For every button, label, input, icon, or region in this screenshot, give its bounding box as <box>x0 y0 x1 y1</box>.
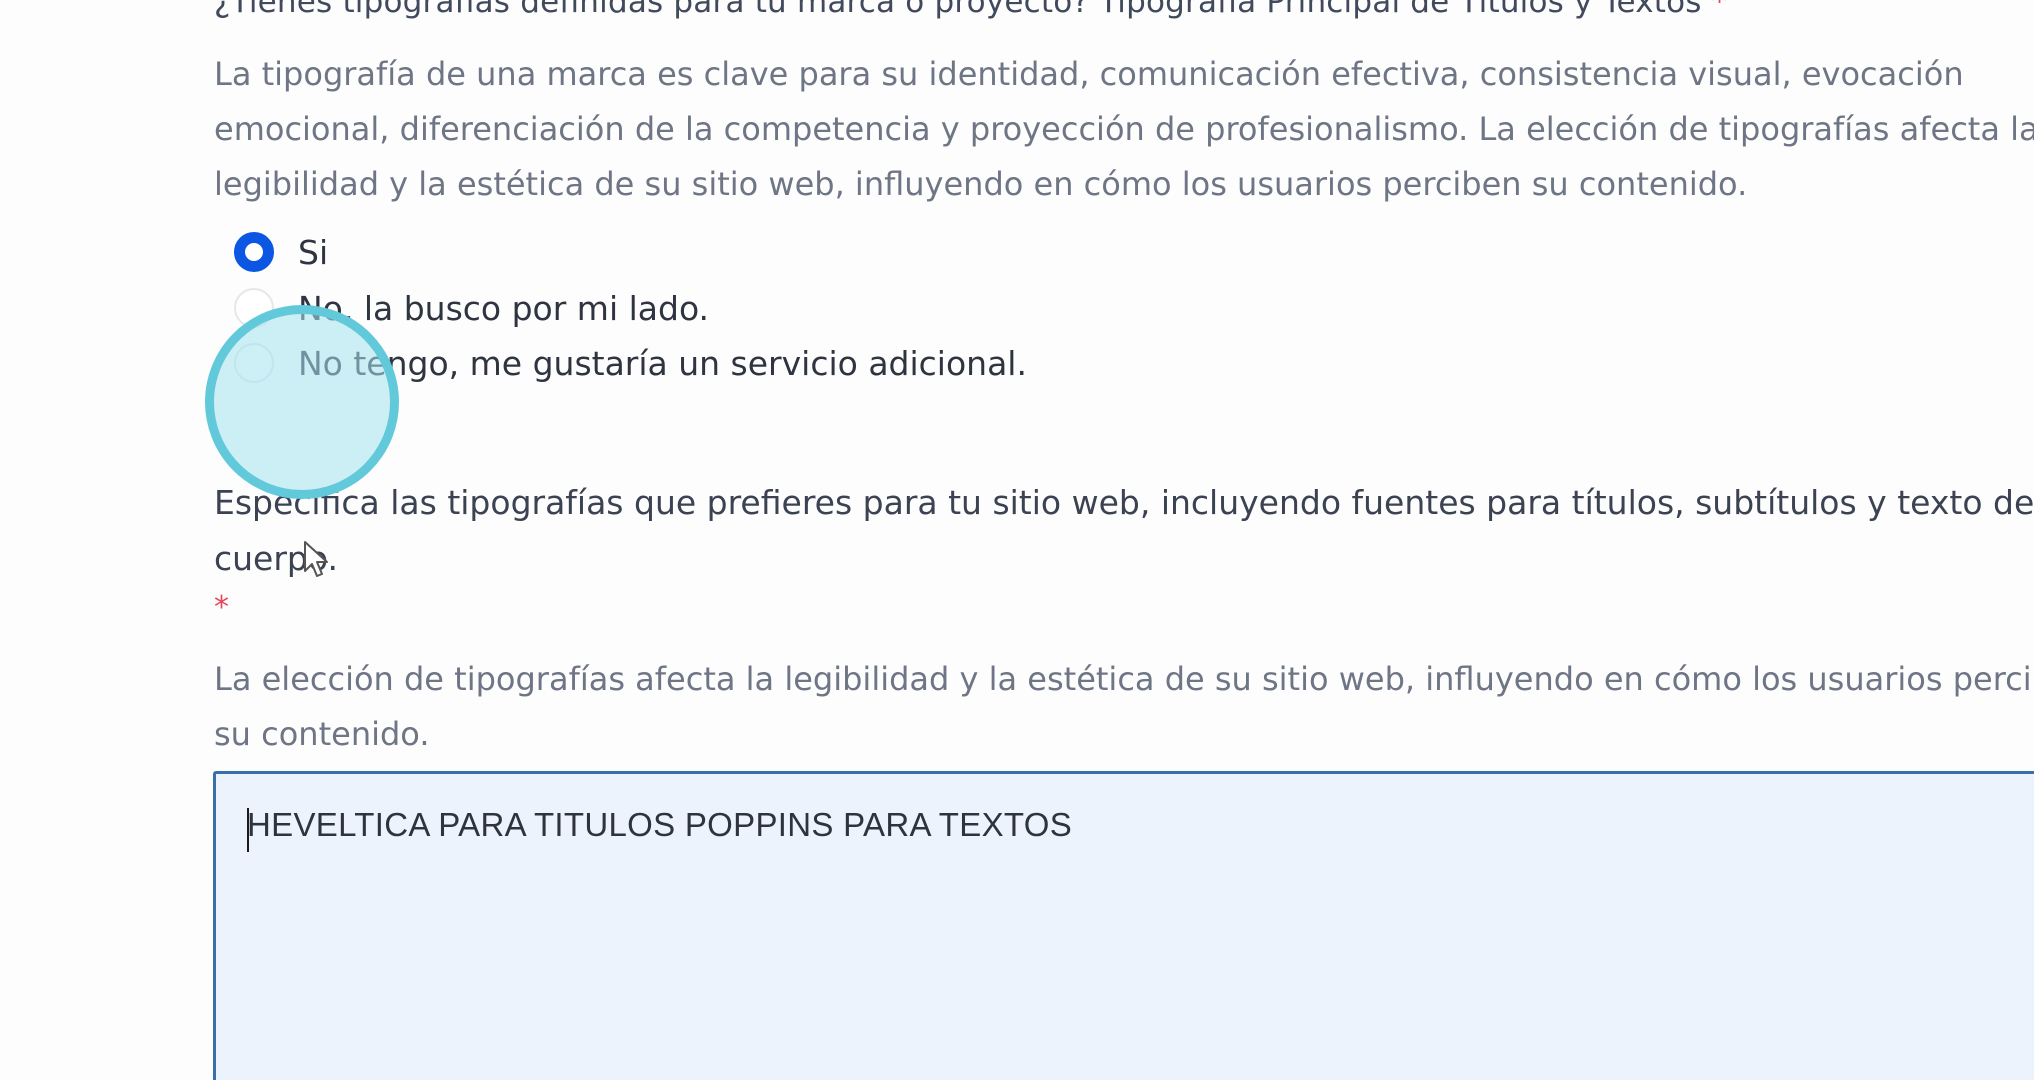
radio-option-label[interactable]: No, la busco por mi lado. <box>298 289 709 328</box>
description-line: La elección de tipografías afecta la leg… <box>214 660 2034 698</box>
text-caret <box>247 808 249 852</box>
textarea-value[interactable]: HEVELTICA PARA TITULOS POPPINS PARA TEXT… <box>247 806 1072 844</box>
required-asterisk: * <box>214 590 229 625</box>
question-label: ¿Tienes tipografías definidas para tu ma… <box>214 0 1727 20</box>
radio-option-label[interactable]: Si <box>298 233 328 272</box>
question-description: La tipografía de una marca es clave para… <box>214 47 2034 212</box>
click-highlight <box>205 305 399 499</box>
required-asterisk: * <box>1711 0 1728 20</box>
description-line: su contenido. <box>214 715 430 753</box>
radio-option-label[interactable]: No tengo, me gustaría un servicio adicio… <box>298 344 1027 383</box>
description-line: emocional, diferenciación de la competen… <box>214 110 2034 148</box>
question-label-text: ¿Tienes tipografías definidas para tu ma… <box>214 0 1702 20</box>
form-page: ¿Tienes tipografías definidas para tu ma… <box>0 0 2034 1080</box>
radio-button-checked[interactable] <box>234 232 274 272</box>
description-line: legibilidad y la estética de su sitio we… <box>214 165 1748 203</box>
radio-option-si[interactable]: Si <box>234 229 328 275</box>
question-description: La elección de tipografías afecta la leg… <box>214 652 2034 762</box>
mouse-pointer-icon <box>304 541 328 577</box>
description-line: La tipografía de una marca es clave para… <box>214 55 1964 93</box>
question-label: Especifica las tipografías que prefieres… <box>214 475 2034 587</box>
question-label-line: cuerpo. <box>214 539 338 578</box>
question-label-line: Especifica las tipografías que prefieres… <box>214 483 2034 522</box>
